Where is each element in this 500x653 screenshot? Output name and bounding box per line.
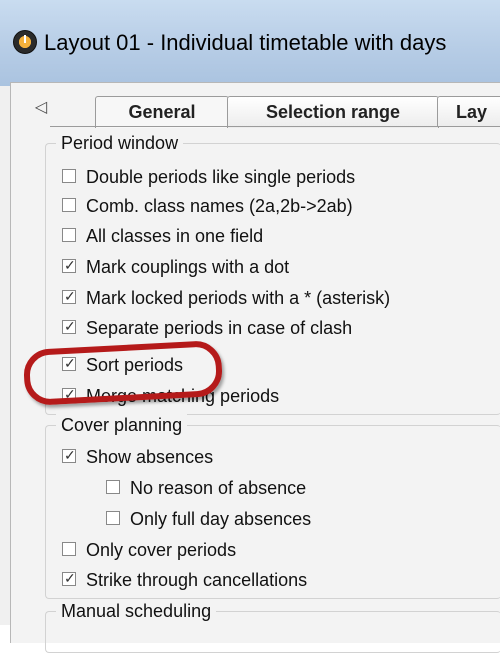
window-title: Layout 01 - Individual timetable with da… <box>44 30 447 55</box>
manual-scheduling-legend: Manual scheduling <box>56 600 217 622</box>
checkbox[interactable] <box>106 511 120 525</box>
highlight-ring <box>22 339 224 407</box>
checkbox[interactable]: ✓ <box>62 447 76 463</box>
tab-selection-range[interactable]: Selection range <box>227 96 439 128</box>
check-icon: ✓ <box>64 257 76 273</box>
option-label: No reason of absence <box>130 478 307 498</box>
checkbox[interactable]: ✓ <box>62 570 76 586</box>
tab-bar: General Selection range Lay <box>0 83 500 128</box>
checkbox[interactable] <box>106 480 120 494</box>
dialog-window: Layout 01 - Individual timetable with da… <box>0 0 500 653</box>
checkbox[interactable] <box>62 228 76 242</box>
period-window-legend: Period window <box>56 132 184 154</box>
checkbox[interactable] <box>62 169 76 183</box>
manual-scheduling-group: Manual scheduling <box>45 600 500 653</box>
cover-planning-legend: Cover planning <box>56 414 188 436</box>
option-label: Mark locked periods with a * (asterisk) <box>86 288 391 308</box>
option-label: Mark couplings with a dot <box>86 257 290 277</box>
check-icon: ✓ <box>64 288 76 304</box>
option-label: Double periods like single periods <box>86 167 356 187</box>
check-icon: ✓ <box>64 570 76 586</box>
checkbox[interactable]: ✓ <box>62 318 76 334</box>
option-label: Only full day absences <box>130 509 312 529</box>
option-label: Separate periods in case of clash <box>86 318 353 338</box>
option-label: Show absences <box>86 447 214 467</box>
tab-general[interactable]: General <box>95 96 229 128</box>
option-label: All classes in one field <box>86 226 264 246</box>
tab-divider <box>50 126 500 127</box>
checkbox[interactable] <box>62 198 76 212</box>
checkbox[interactable]: ✓ <box>62 257 76 273</box>
checkbox[interactable]: ✓ <box>62 288 76 304</box>
check-icon: ✓ <box>64 447 76 463</box>
check-icon: ✓ <box>64 318 76 334</box>
option-label: Strike through cancellations <box>86 570 308 590</box>
clock-app-icon <box>13 30 37 54</box>
checkbox[interactable] <box>62 542 76 556</box>
option-label: Comb. class names (2a,2b->2ab) <box>86 196 353 216</box>
title-bar[interactable]: Layout 01 - Individual timetable with da… <box>0 0 500 86</box>
tab-layout[interactable]: Lay <box>437 96 500 127</box>
option-label: Only cover periods <box>86 540 237 560</box>
